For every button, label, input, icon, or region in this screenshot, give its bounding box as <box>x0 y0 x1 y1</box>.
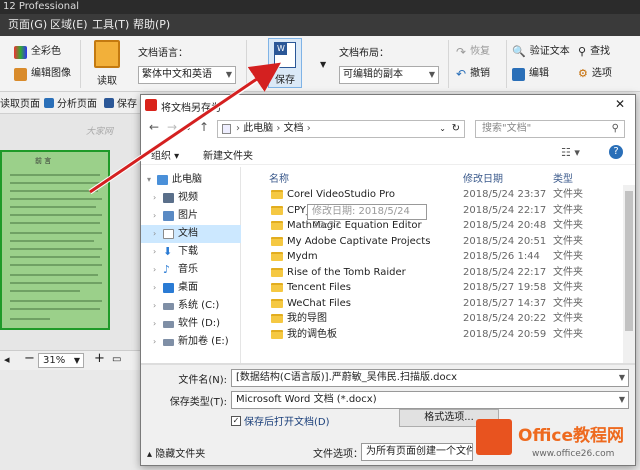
watermark-url: www.office26.com <box>532 449 615 459</box>
annotation-arrow <box>88 61 282 195</box>
site-watermark-logo: Office教程网 www.office26.com <box>476 417 636 465</box>
office-logo-icon <box>476 419 512 455</box>
watermark-text: Office教程网 <box>518 426 625 446</box>
